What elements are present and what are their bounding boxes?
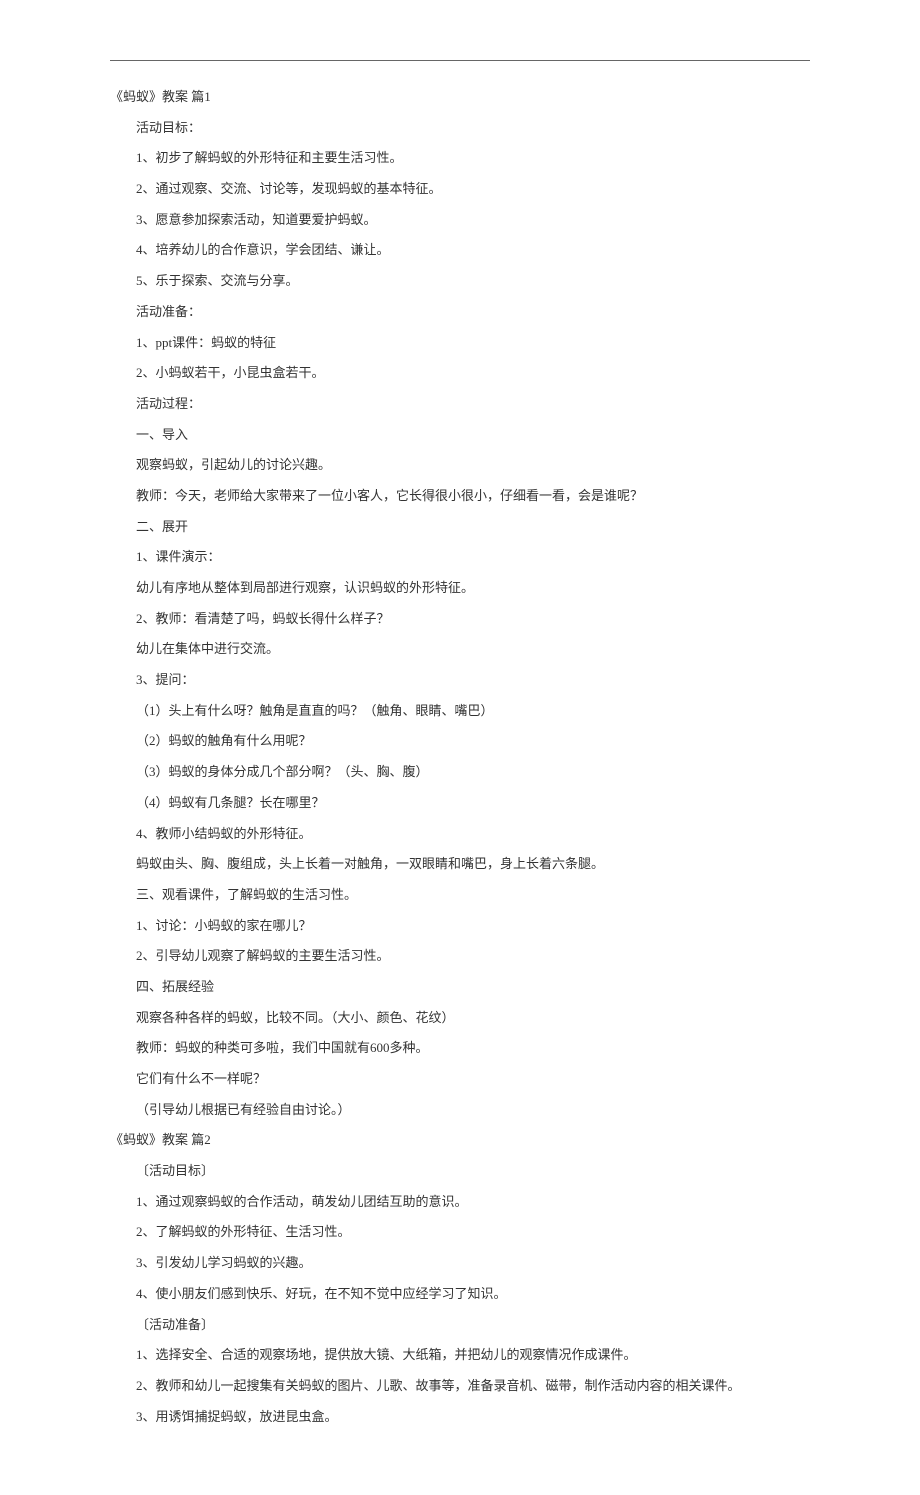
body-line: 幼儿有序地从整体到局部进行观察，认识蚂蚁的外形特征。 (110, 576, 810, 601)
body-line: 1、讨论：小蚂蚁的家在哪儿？ (110, 914, 810, 939)
body-line: 幼儿在集体中进行交流。 (110, 637, 810, 662)
body-line: 〔活动目标〕 (110, 1159, 810, 1184)
body-line: 〔活动准备〕 (110, 1313, 810, 1338)
body-line: （1）头上有什么呀？触角是直直的吗？（触角、眼睛、嘴巴） (110, 699, 810, 724)
body-line: （引导幼儿根据已有经验自由讨论。） (110, 1098, 810, 1123)
body-line: 2、教师：看清楚了吗，蚂蚁长得什么样子？ (110, 607, 810, 632)
body-line: 蚂蚁由头、胸、腹组成，头上长着一对触角，一双眼睛和嘴巴，身上长着六条腿。 (110, 852, 810, 877)
body-line: 3、用诱饵捕捉蚂蚁，放进昆虫盒。 (110, 1405, 810, 1430)
document-page: 《蚂蚁》教案 篇1 活动目标： 1、初步了解蚂蚁的外形特征和主要生活习性。 2、… (0, 0, 920, 1495)
body-line: 2、了解蚂蚁的外形特征、生活习性。 (110, 1220, 810, 1245)
body-line: 1、选择安全、合适的观察场地，提供放大镜、大纸箱，并把幼儿的观察情况作成课件。 (110, 1343, 810, 1368)
body-line: 活动准备： (110, 300, 810, 325)
body-line: 4、教师小结蚂蚁的外形特征。 (110, 822, 810, 847)
body-line: 活动过程： (110, 392, 810, 417)
body-line: 它们有什么不一样呢？ (110, 1067, 810, 1092)
body-line: （2）蚂蚁的触角有什么用呢？ (110, 729, 810, 754)
body-line: 二、展开 (110, 515, 810, 540)
section-1-title: 《蚂蚁》教案 篇1 (110, 85, 810, 110)
body-line: 教师：蚂蚁的种类可多啦，我们中国就有600多种。 (110, 1036, 810, 1061)
body-line: 2、教师和幼儿一起搜集有关蚂蚁的图片、儿歌、故事等，准备录音机、磁带，制作活动内… (110, 1374, 810, 1399)
body-line: 1、ppt课件：蚂蚁的特征 (110, 331, 810, 356)
body-line: 3、提问： (110, 668, 810, 693)
body-line: 2、小蚂蚁若干，小昆虫盒若干。 (110, 361, 810, 386)
body-line: 观察各种各样的蚂蚁，比较不同。（大小、颜色、花纹） (110, 1006, 810, 1031)
body-line: 3、引发幼儿学习蚂蚁的兴趣。 (110, 1251, 810, 1276)
body-line: 4、培养幼儿的合作意识，学会团结、谦让。 (110, 238, 810, 263)
body-line: 2、通过观察、交流、讨论等，发现蚂蚁的基本特征。 (110, 177, 810, 202)
body-line: 教师：今天，老师给大家带来了一位小客人，它长得很小很小，仔细看一看，会是谁呢？ (110, 484, 810, 509)
body-line: 四、拓展经验 (110, 975, 810, 1000)
body-line: 2、引导幼儿观察了解蚂蚁的主要生活习性。 (110, 944, 810, 969)
section-2-title: 《蚂蚁》教案 篇2 (110, 1128, 810, 1153)
body-line: 3、愿意参加探索活动，知道要爱护蚂蚁。 (110, 208, 810, 233)
body-line: 1、课件演示： (110, 545, 810, 570)
body-line: 活动目标： (110, 116, 810, 141)
body-line: 三、观看课件，了解蚂蚁的生活习性。 (110, 883, 810, 908)
body-line: （3）蚂蚁的身体分成几个部分啊？（头、胸、腹） (110, 760, 810, 785)
body-line: 1、通过观察蚂蚁的合作活动，萌发幼儿团结互助的意识。 (110, 1190, 810, 1215)
body-line: 一、导入 (110, 423, 810, 448)
body-line: 观察蚂蚁，引起幼儿的讨论兴趣。 (110, 453, 810, 478)
body-line: 4、使小朋友们感到快乐、好玩，在不知不觉中应经学习了知识。 (110, 1282, 810, 1307)
body-line: 1、初步了解蚂蚁的外形特征和主要生活习性。 (110, 146, 810, 171)
top-divider (110, 60, 810, 61)
body-line: （4）蚂蚁有几条腿？长在哪里？ (110, 791, 810, 816)
body-line: 5、乐于探索、交流与分享。 (110, 269, 810, 294)
